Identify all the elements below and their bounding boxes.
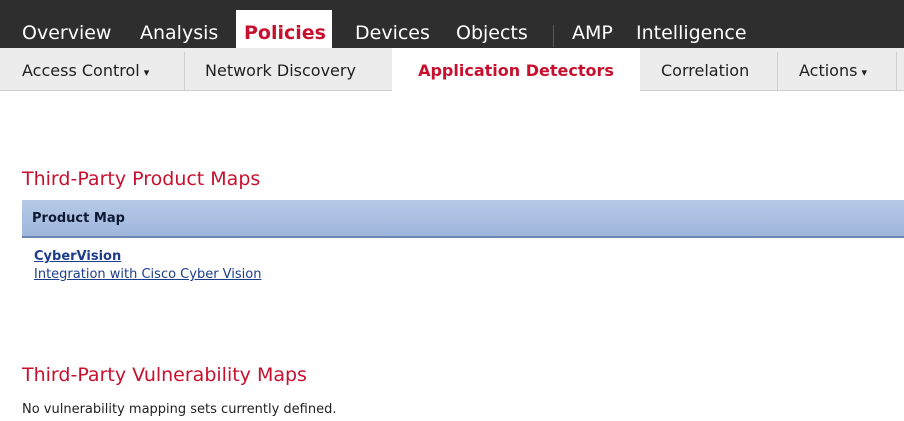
subnav-actions-label: Actions — [799, 61, 858, 80]
subnav-correlation[interactable]: Correlation — [661, 48, 749, 90]
tab-overview[interactable]: Overview — [22, 0, 111, 48]
tab-amp[interactable]: AMP — [572, 0, 613, 48]
nav-separator — [553, 25, 554, 47]
cybervision-description-link[interactable]: Integration with Cisco Cyber Vision — [34, 267, 261, 282]
tab-devices[interactable]: Devices — [355, 0, 430, 48]
vulnerability-maps-title: Third-Party Vulnerability Maps — [22, 364, 307, 386]
subnav-network-discovery[interactable]: Network Discovery — [205, 48, 356, 90]
sub-nav: Access Control ▾ Network Discovery Applic… — [0, 48, 904, 91]
tab-objects[interactable]: Objects — [456, 0, 528, 48]
subnav-access-control-label: Access Control — [22, 61, 140, 80]
product-map-column-header: Product Map — [32, 211, 125, 226]
subnav-divider — [896, 52, 897, 90]
vulnerability-empty-message: No vulnerability mapping sets currently … — [22, 402, 337, 417]
chevron-down-icon: ▾ — [861, 66, 867, 79]
subnav-application-detectors[interactable]: Application Detectors — [392, 48, 640, 91]
subnav-divider — [184, 52, 185, 90]
top-nav: Overview Analysis Policies Devices Objec… — [0, 0, 904, 48]
subnav-divider — [777, 52, 778, 90]
tab-analysis[interactable]: Analysis — [140, 0, 218, 48]
subnav-access-control[interactable]: Access Control ▾ — [22, 48, 149, 90]
cybervision-link[interactable]: CyberVision — [34, 249, 121, 264]
product-maps-title: Third-Party Product Maps — [22, 168, 261, 190]
chevron-down-icon: ▾ — [143, 66, 150, 79]
tab-intelligence[interactable]: Intelligence — [636, 0, 747, 48]
product-map-table-header: Product Map — [22, 200, 904, 238]
subnav-actions[interactable]: Actions ▾ — [799, 48, 867, 90]
tab-policies[interactable]: Policies — [236, 10, 332, 48]
